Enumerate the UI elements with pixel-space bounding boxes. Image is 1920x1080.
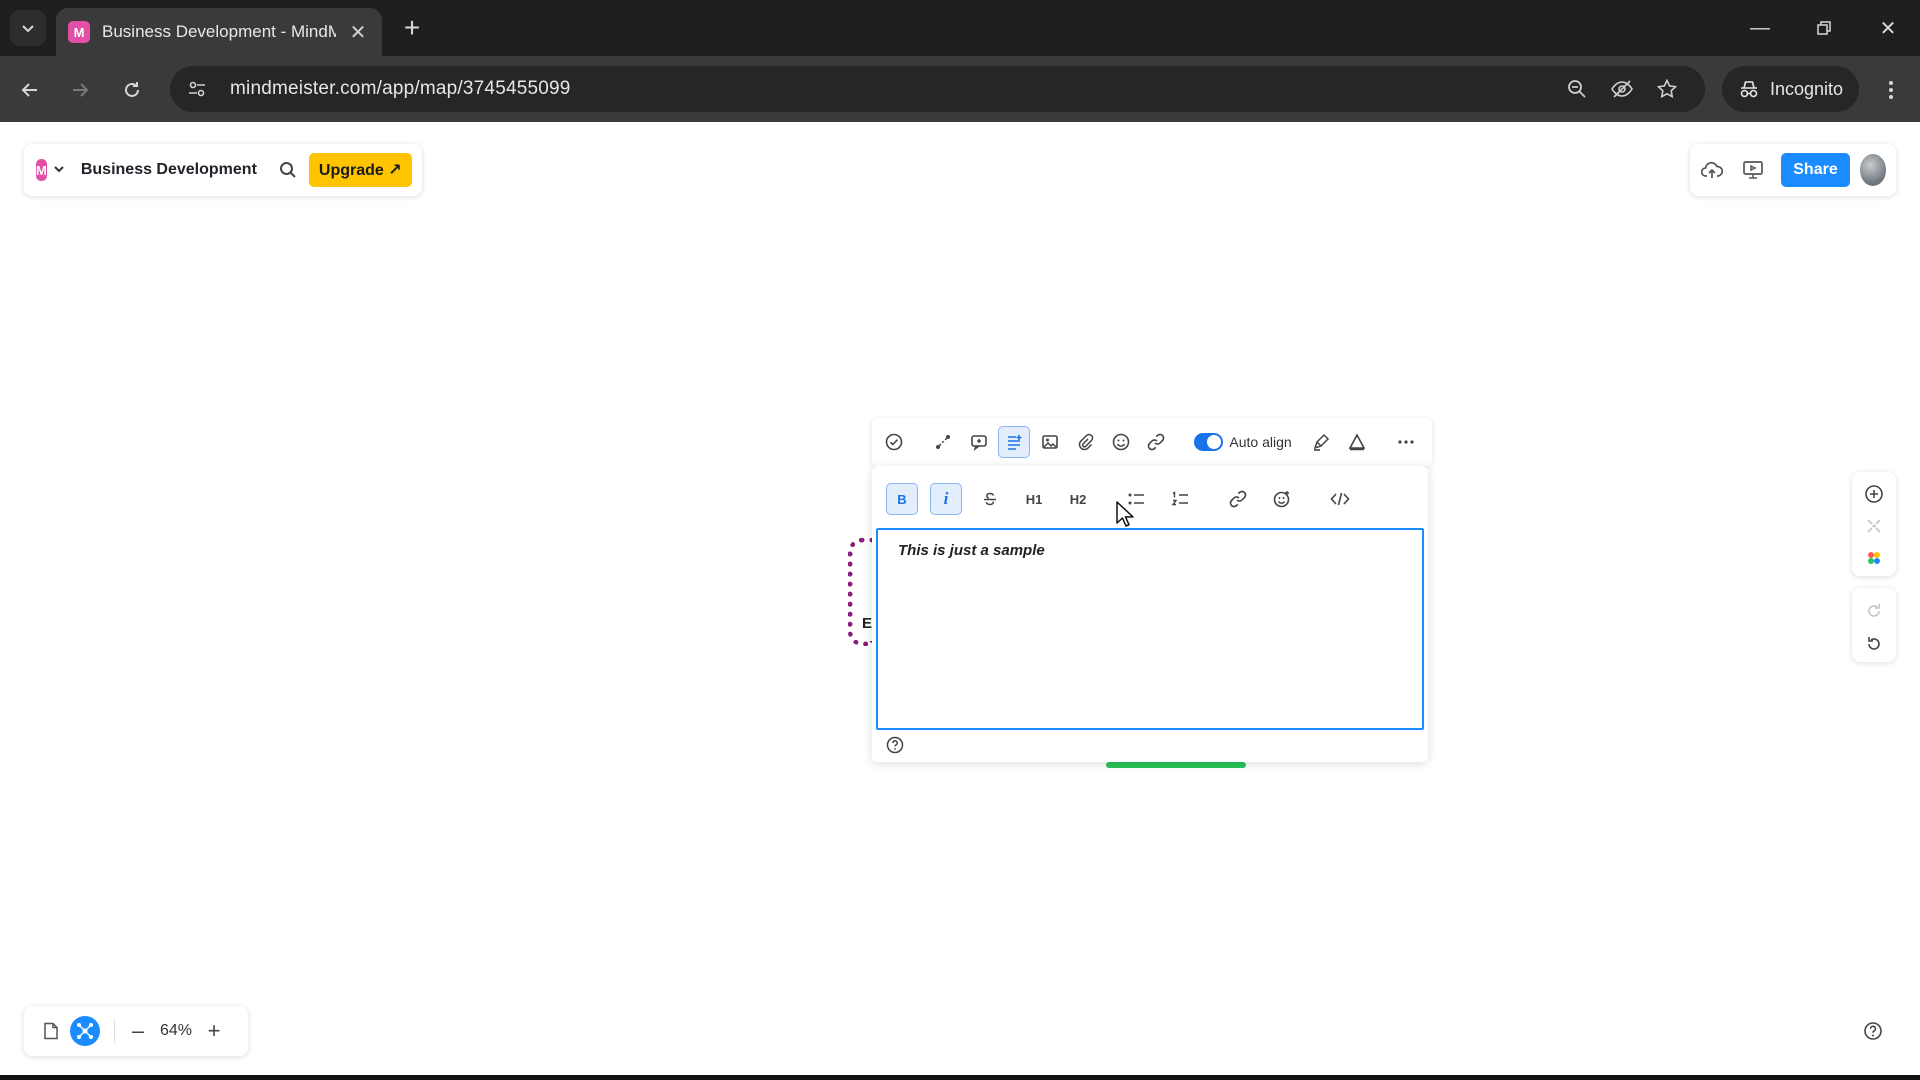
italic-button[interactable]: i [930, 483, 962, 515]
upgrade-button[interactable]: Upgrade ↗ [308, 153, 412, 187]
italic-label: i [943, 489, 949, 508]
history-tools [1852, 588, 1896, 662]
help-icon[interactable] [886, 736, 904, 759]
comment-icon[interactable] [963, 426, 995, 458]
cloud-upload-icon[interactable] [1700, 155, 1725, 185]
theme-palette-icon[interactable] [1859, 544, 1889, 572]
map-header: M Business Development Upgrade ↗ [24, 144, 422, 196]
browser-tab[interactable]: M Business Development - MindMeister ✕ [56, 8, 382, 56]
more-icon[interactable] [1391, 426, 1423, 458]
reload-button[interactable] [114, 72, 150, 108]
topic-node-text[interactable]: E [862, 615, 872, 632]
link-icon [1229, 490, 1247, 508]
search-icon[interactable] [279, 161, 297, 179]
outline-view-icon[interactable] [36, 1016, 66, 1046]
divider [114, 1019, 115, 1043]
emoji-icon[interactable] [1105, 426, 1137, 458]
arrow-right-icon [73, 83, 89, 97]
new-tab-button[interactable]: + [396, 12, 428, 44]
strikethrough-button[interactable] [974, 483, 1006, 515]
insert-emoji-button[interactable] [1266, 483, 1298, 515]
mindmap-view-icon[interactable] [70, 1016, 100, 1046]
zoom-out-button[interactable]: – [125, 1016, 151, 1046]
emoji-add-icon [1273, 491, 1290, 508]
bookmark-star-icon[interactable] [1652, 74, 1682, 104]
zoom-in-button[interactable]: + [201, 1016, 227, 1046]
attachment-icon[interactable] [1069, 426, 1101, 458]
color-icon[interactable] [1341, 426, 1373, 458]
numbered-list-button[interactable] [1164, 483, 1196, 515]
h1-label: H1 [1025, 491, 1043, 507]
bold-label: B [897, 491, 907, 507]
redo-icon[interactable] [1859, 596, 1889, 625]
forward-button[interactable] [62, 72, 98, 108]
incognito-label: Incognito [1770, 78, 1844, 99]
zoom-bar: – 64% + [24, 1006, 248, 1056]
style-icon[interactable] [1306, 426, 1338, 458]
connect-icon[interactable] [927, 426, 959, 458]
tab-title: Business Development - MindMeister [102, 22, 336, 41]
add-topic-icon[interactable] [1859, 480, 1889, 508]
reload-icon [125, 82, 139, 97]
task-icon[interactable] [878, 426, 910, 458]
auto-align-label: Auto align [1229, 434, 1292, 450]
map-title[interactable]: Business Development [81, 161, 257, 179]
browser-tab-bar: M Business Development - MindMeister ✕ +… [0, 0, 1920, 56]
mindmeister-favicon-icon: M [68, 21, 90, 43]
note-format-toolbar: B i H1 H2 [886, 482, 1414, 516]
more-vertical-icon [1889, 81, 1893, 99]
topic-connector [1106, 762, 1246, 768]
browser-menu-button[interactable] [1876, 72, 1906, 108]
link-icon[interactable] [1141, 426, 1173, 458]
mindmap-canvas[interactable]: M Business Development Upgrade ↗ Share E [0, 122, 1920, 1080]
tab-search-button[interactable] [10, 10, 46, 46]
arrow-left-icon [21, 83, 37, 97]
taskbar-edge [0, 1075, 1920, 1080]
site-info-icon[interactable] [182, 74, 212, 104]
restore-icon [1817, 21, 1831, 35]
note-icon[interactable] [998, 426, 1030, 458]
mouse-cursor-icon [1115, 500, 1135, 533]
mindmeister-logo-icon[interactable]: M [36, 159, 47, 181]
note-text: This is just a sample [898, 542, 1045, 559]
side-tools [1852, 472, 1896, 576]
share-button[interactable]: Share [1781, 153, 1850, 187]
note-editor-panel: B i H1 H2 This is just a sample [872, 466, 1428, 762]
help-icon[interactable] [1858, 1016, 1888, 1046]
code-view-button[interactable] [1324, 483, 1356, 515]
url-text: mindmeister.com/app/map/3745455099 [230, 78, 571, 99]
presentation-icon[interactable] [1741, 155, 1766, 185]
close-icon[interactable]: ✕ [346, 20, 370, 45]
zoom-icon[interactable] [1562, 74, 1592, 104]
incognito-indicator[interactable]: Incognito [1722, 66, 1860, 112]
map-actions: Share [1690, 144, 1896, 196]
numbered-list-icon [1171, 491, 1188, 506]
strikethrough-icon [984, 492, 996, 506]
browser-toolbar: mindmeister.com/app/map/3745455099 Incog… [0, 56, 1920, 122]
eye-off-icon[interactable] [1607, 74, 1637, 104]
code-icon [1330, 492, 1350, 506]
focus-icon[interactable] [1859, 512, 1889, 540]
bold-button[interactable]: B [886, 483, 918, 515]
incognito-icon [1740, 81, 1758, 98]
chevron-down-icon [22, 25, 34, 33]
back-button[interactable] [12, 72, 48, 108]
zoom-level[interactable]: 64% [151, 1022, 201, 1040]
close-window-button[interactable]: ✕ [1868, 12, 1908, 44]
heading2-button[interactable]: H2 [1062, 483, 1094, 515]
insert-link-button[interactable] [1222, 483, 1254, 515]
image-icon[interactable] [1034, 426, 1066, 458]
minimize-button[interactable]: — [1740, 12, 1780, 44]
node-toolbar: Auto align [872, 418, 1432, 466]
restore-button[interactable] [1804, 12, 1844, 44]
chevron-down-icon[interactable] [53, 163, 65, 178]
note-text-editor[interactable]: This is just a sample [876, 528, 1424, 730]
heading1-button[interactable]: H1 [1018, 483, 1050, 515]
undo-icon[interactable] [1859, 629, 1889, 658]
avatar[interactable] [1859, 154, 1886, 186]
h2-label: H2 [1069, 491, 1087, 507]
address-bar[interactable]: mindmeister.com/app/map/3745455099 [170, 66, 1705, 112]
auto-align-toggle[interactable] [1193, 433, 1224, 451]
